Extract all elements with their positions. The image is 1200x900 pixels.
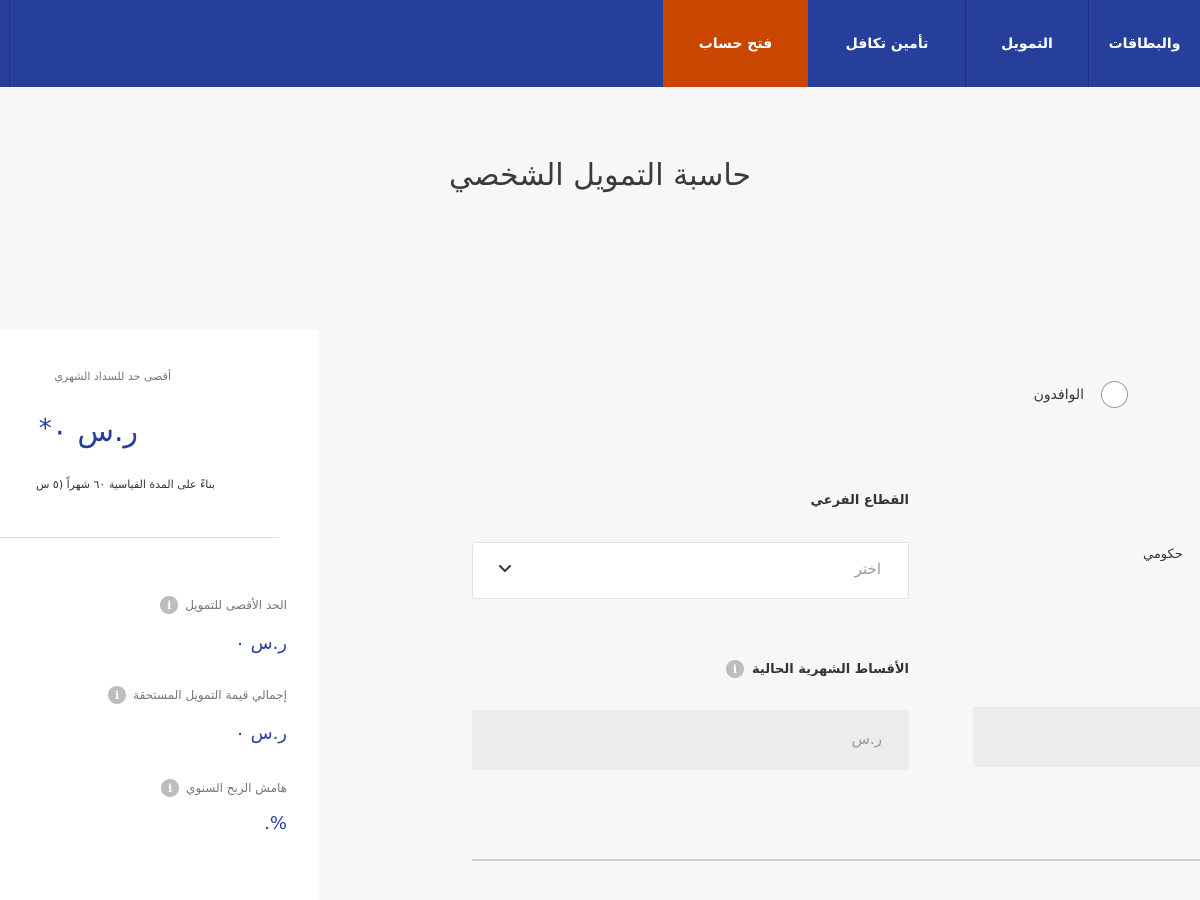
chevron-down-icon xyxy=(499,565,511,572)
annual-margin-label: هامش الربح السنوي xyxy=(186,781,287,795)
nav-item-financing[interactable]: التمويل xyxy=(966,0,1088,87)
nav-divider xyxy=(965,0,966,87)
subsector-select[interactable]: اختر xyxy=(472,542,909,599)
current-installments-label-row: الأقساط الشهرية الحالية i xyxy=(726,660,909,678)
info-icon[interactable]: i xyxy=(160,596,179,614)
form-bottom-divider xyxy=(472,859,1200,861)
radio-expats-label: الوافدون xyxy=(1033,386,1084,403)
asterisk-mark: * xyxy=(38,414,52,444)
nav-item-financing-label: التمويل xyxy=(1001,35,1053,52)
government-option-label: حكومي xyxy=(1143,547,1183,562)
info-icon[interactable]: i xyxy=(726,660,745,678)
max-monthly-payment-value: ر.س ٠* xyxy=(39,414,138,449)
standard-term-note: بناءً على المدة القياسية ٦٠ شهراً (٥ س xyxy=(35,478,215,491)
total-due-label: إجمالي قيمة التمويل المستحقة xyxy=(133,688,287,702)
salary-input[interactable] xyxy=(973,707,1200,767)
current-installments-label: الأقساط الشهرية الحالية xyxy=(752,661,909,677)
nav-item-cards-label: والبطاقات xyxy=(1108,35,1181,52)
max-monthly-payment-label: أقصى حد للسداد الشهري xyxy=(54,370,171,383)
subsector-select-placeholder: اختر xyxy=(854,560,881,578)
max-financing-label-row: الحد الأقصى للتمويل i xyxy=(160,596,287,614)
nav-divider xyxy=(1088,0,1089,87)
nav-item-takaful-insurance[interactable]: تأمين تكافل xyxy=(809,0,965,87)
info-icon[interactable]: i xyxy=(108,686,127,704)
annual-margin-label-row: هامش الربح السنوي i xyxy=(161,779,287,797)
nav-item-cards[interactable]: والبطاقات xyxy=(1089,0,1200,87)
top-navigation: والبطاقات التمويل تأمين تكافل فتح حساب xyxy=(0,0,1200,87)
results-divider xyxy=(0,537,279,538)
nav-item-takaful-insurance-label: تأمين تكافل xyxy=(845,35,929,52)
page-title: حاسبة التمويل الشخصي xyxy=(448,158,752,193)
nav-left-divider xyxy=(9,0,10,87)
max-financing-value: ر.س ٠ xyxy=(235,633,287,654)
open-account-label: فتح حساب xyxy=(698,35,773,52)
annual-margin-value: %. xyxy=(264,813,287,834)
current-installments-input[interactable]: ر.س xyxy=(472,710,909,770)
max-monthly-payment-amount: ر.س ٠ xyxy=(51,414,138,449)
max-financing-label: الحد الأقصى للتمويل xyxy=(185,598,287,612)
results-panel: أقصى حد للسداد الشهري ر.س ٠* بناءً على ا… xyxy=(0,330,319,900)
subsector-label: القطاع الفرعي xyxy=(810,493,909,508)
radio-expats[interactable]: الوافدون xyxy=(1034,381,1128,408)
info-icon[interactable]: i xyxy=(161,779,180,797)
total-due-label-row: إجمالي قيمة التمويل المستحقة i xyxy=(108,686,287,704)
total-due-value: ر.س ٠ xyxy=(235,723,287,744)
open-account-button[interactable]: فتح حساب xyxy=(663,0,808,87)
radio-button-circle[interactable] xyxy=(1101,381,1128,408)
current-installments-placeholder: ر.س xyxy=(851,730,882,748)
